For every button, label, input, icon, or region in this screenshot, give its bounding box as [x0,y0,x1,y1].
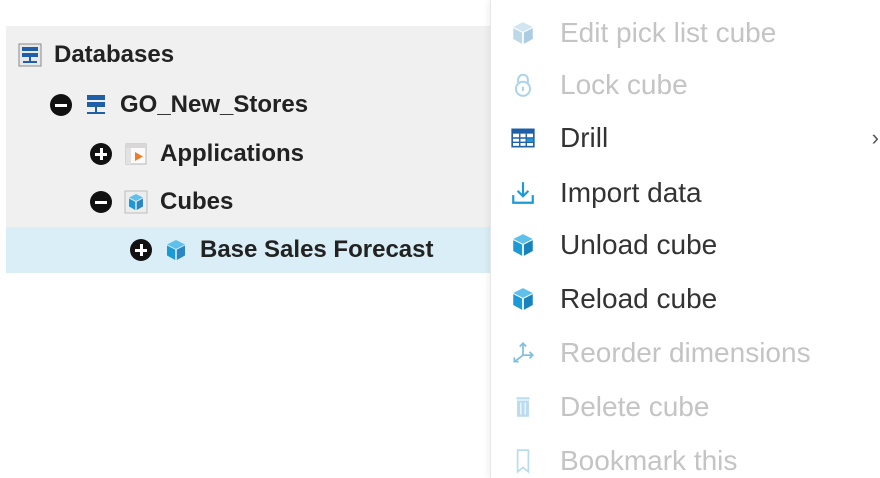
lock-icon [509,71,537,99]
database-icon [84,93,108,117]
trash-icon [509,393,537,421]
import-icon [509,179,537,207]
menu-item-label: Bookmark this [560,445,738,476]
cubes-folder-icon [124,190,148,214]
tree-item-label: Databases [54,41,175,68]
menu-item-reorder-dimensions[interactable]: Reorder dimensions [491,327,880,379]
applications-icon [124,142,148,166]
menu-item-label: Reorder dimensions [560,337,811,368]
menu-item-bookmark-this[interactable]: Bookmark this [491,435,880,478]
expand-icon[interactable] [130,239,152,261]
menu-item-label: Import data [560,177,702,208]
menu-item-import-data[interactable]: Import data [491,167,880,219]
menu-item-edit-pick-list-cube[interactable]: Edit pick list cube [491,7,880,59]
menu-item-label: Lock cube [560,69,688,100]
collapse-icon[interactable] [50,94,72,116]
chevron-right-icon: › [871,125,879,150]
tree-item-go-new-stores[interactable]: GO_New_Stores [6,82,490,128]
cube-icon [509,19,537,47]
tree-item-databases[interactable]: Databases [6,32,490,78]
tree-item-label: Applications [160,140,305,167]
context-menu: Edit pick list cube Lock cube Drill › Im… [490,0,880,478]
collapse-icon[interactable] [90,191,112,213]
tree-item-applications[interactable]: Applications [6,131,490,177]
app-screen: Databases GO_New_Stores Applications Cub… [0,0,880,478]
tree-panel: Databases GO_New_Stores Applications Cub… [0,0,490,478]
menu-item-label: Reload cube [560,283,718,314]
cube-icon [164,238,188,262]
menu-item-delete-cube[interactable]: Delete cube [491,381,880,433]
tree-item-cubes[interactable]: Cubes [6,179,490,225]
menu-item-lock-cube[interactable]: Lock cube [491,59,880,111]
expand-icon[interactable] [90,143,112,165]
tree-item-base-sales-forecast[interactable]: Base Sales Forecast [6,227,490,273]
database-server-icon [18,43,42,67]
menu-item-label: Edit pick list cube [560,17,777,48]
cube-icon [509,285,537,313]
cube-icon [509,231,537,259]
tree-item-label: Base Sales Forecast [200,236,434,263]
reorder-dimensions-icon [509,339,537,367]
tree-item-label: GO_New_Stores [120,91,309,118]
drill-grid-icon [509,124,537,152]
menu-item-drill[interactable]: Drill › [491,112,880,164]
bookmark-icon [509,447,537,475]
menu-item-label: Unload cube [560,229,718,260]
menu-item-label: Delete cube [560,391,710,422]
menu-item-unload-cube[interactable]: Unload cube [491,219,880,271]
menu-item-label: Drill [560,122,609,153]
menu-item-reload-cube[interactable]: Reload cube [491,273,880,325]
tree-item-label: Cubes [160,188,234,215]
